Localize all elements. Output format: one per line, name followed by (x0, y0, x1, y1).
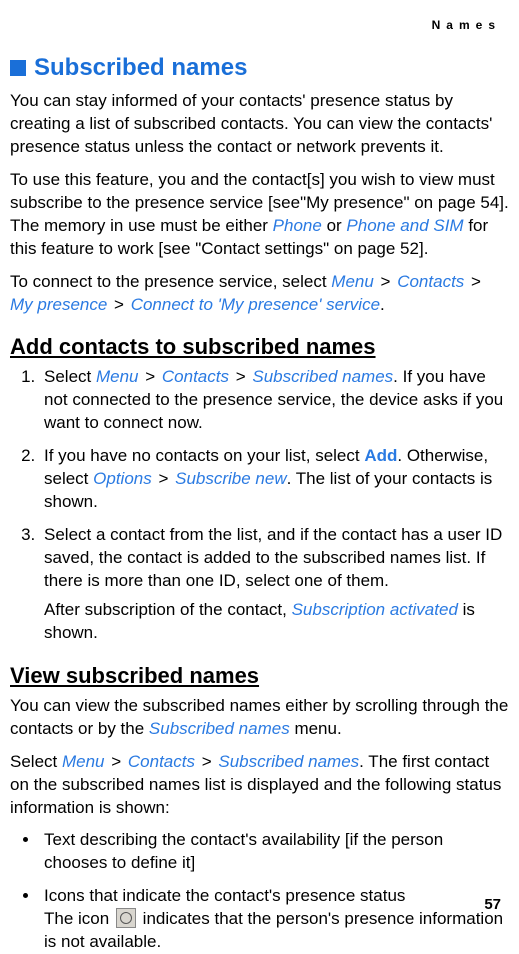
separator: > (231, 367, 250, 386)
section-heading: Subscribed names (10, 54, 509, 82)
separator: > (107, 752, 126, 771)
steps-list: Select Menu > Contacts > Subscribed name… (10, 366, 509, 644)
link-menu: Menu (96, 367, 139, 386)
text: Icons that indicate the contact's presen… (44, 886, 405, 905)
text: If you have no contacts on your list, se… (44, 446, 364, 465)
section-bullet-icon (10, 60, 26, 76)
section-title: Subscribed names (34, 54, 247, 82)
link-contacts: Contacts (397, 272, 464, 291)
intro-paragraph-2: To use this feature, you and the contact… (10, 169, 509, 261)
intro-paragraph-3: To connect to the presence service, sele… (10, 271, 509, 317)
link-connect-service: Connect to 'My presence' service (131, 295, 380, 314)
link-subscribe-new: Subscribe new (175, 469, 287, 488)
text: To connect to the presence service, sele… (10, 272, 331, 291)
subheading-view-subscribed: View subscribed names (10, 663, 509, 689)
link-phone-and-sim: Phone and SIM (346, 216, 463, 235)
separator: > (466, 272, 481, 291)
intro-paragraph-1: You can stay informed of your contacts' … (10, 90, 509, 159)
separator: > (197, 752, 216, 771)
link-subscribed-names: Subscribed names (218, 752, 359, 771)
page-number: 57 (484, 896, 501, 913)
link-contacts: Contacts (162, 367, 229, 386)
text: Select (44, 367, 96, 386)
text: Select (10, 752, 62, 771)
text: Select a contact from the list, and if t… (44, 525, 502, 590)
presence-unavailable-icon (116, 908, 136, 928)
link-menu: Menu (62, 752, 105, 771)
separator: > (154, 469, 173, 488)
link-add: Add (364, 446, 397, 465)
separator: > (109, 295, 128, 314)
text: After subscription of the contact, (44, 600, 292, 619)
bullet-1: Text describing the contact's availabili… (40, 829, 509, 875)
text: or (322, 216, 347, 235)
link-phone: Phone (273, 216, 322, 235)
bullet-list: Text describing the contact's availabili… (10, 829, 509, 954)
text: . (380, 295, 385, 314)
separator: > (141, 367, 160, 386)
link-contacts: Contacts (128, 752, 195, 771)
link-menu: Menu (331, 272, 374, 291)
step-2: If you have no contacts on your list, se… (40, 445, 509, 514)
view-paragraph-2: Select Menu > Contacts > Subscribed name… (10, 751, 509, 820)
view-paragraph-1: You can view the subscribed names either… (10, 695, 509, 741)
running-header: Names (432, 18, 501, 32)
link-my-presence: My presence (10, 295, 107, 314)
link-subscribed-names: Subscribed names (252, 367, 393, 386)
link-subscription-activated: Subscription activated (292, 600, 458, 619)
separator: > (376, 272, 395, 291)
link-options: Options (93, 469, 152, 488)
bullet-2: Icons that indicate the contact's presen… (40, 885, 509, 954)
text: menu. (290, 719, 342, 738)
step-1: Select Menu > Contacts > Subscribed name… (40, 366, 509, 435)
step-3: Select a contact from the list, and if t… (40, 524, 509, 645)
step-3-after: After subscription of the contact, Subsc… (44, 599, 509, 645)
text: The icon (44, 909, 114, 928)
subheading-add-contacts: Add contacts to subscribed names (10, 334, 509, 360)
link-subscribed-names: Subscribed names (149, 719, 290, 738)
